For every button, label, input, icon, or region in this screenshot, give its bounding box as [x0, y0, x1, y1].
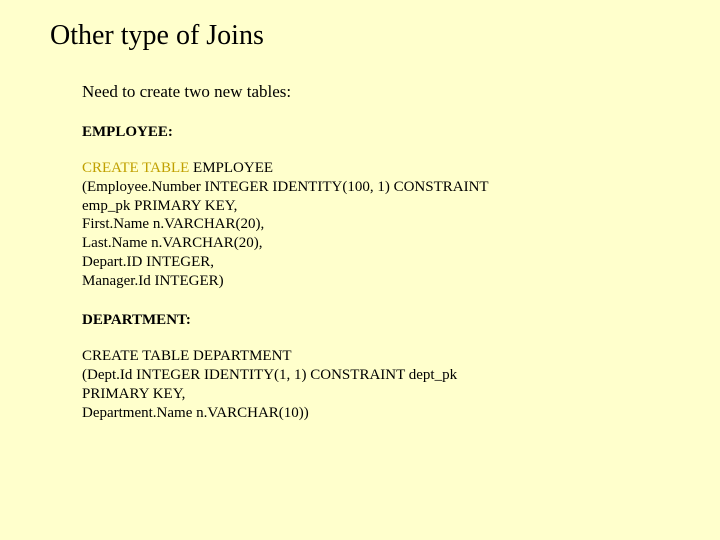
code-text: Last.Name n.VARCHAR(20),: [82, 235, 263, 251]
code-text: Depart.ID INTEGER,: [82, 254, 214, 270]
code-text: (Employee.Number INTEGER IDENTITY(100, 1…: [82, 179, 489, 195]
employee-label: EMPLOYEE:: [82, 124, 670, 141]
intro-text: Need to create two new tables:: [82, 82, 670, 102]
code-text: PRIMARY KEY,: [82, 386, 185, 402]
code-text: CREATE TABLE DEPARTMENT: [82, 348, 292, 364]
employee-code: CREATE TABLE EMPLOYEE (Employee.Number I…: [82, 159, 670, 290]
code-text: (Dept.Id INTEGER IDENTITY(1, 1) CONSTRAI…: [82, 367, 457, 383]
code-text: emp_pk PRIMARY KEY,: [82, 198, 237, 214]
code-text: EMPLOYEE: [189, 160, 273, 176]
department-label: DEPARTMENT:: [82, 312, 670, 329]
department-code: CREATE TABLE DEPARTMENT (Dept.Id INTEGER…: [82, 347, 670, 422]
code-text: First.Name n.VARCHAR(20),: [82, 216, 264, 232]
code-text: Manager.Id INTEGER): [82, 273, 224, 289]
create-table-keyword: CREATE TABLE: [82, 160, 189, 176]
slide: Other type of Joins Need to create two n…: [0, 0, 720, 464]
slide-title: Other type of Joins: [50, 20, 670, 52]
code-text: Department.Name n.VARCHAR(10)): [82, 405, 309, 421]
